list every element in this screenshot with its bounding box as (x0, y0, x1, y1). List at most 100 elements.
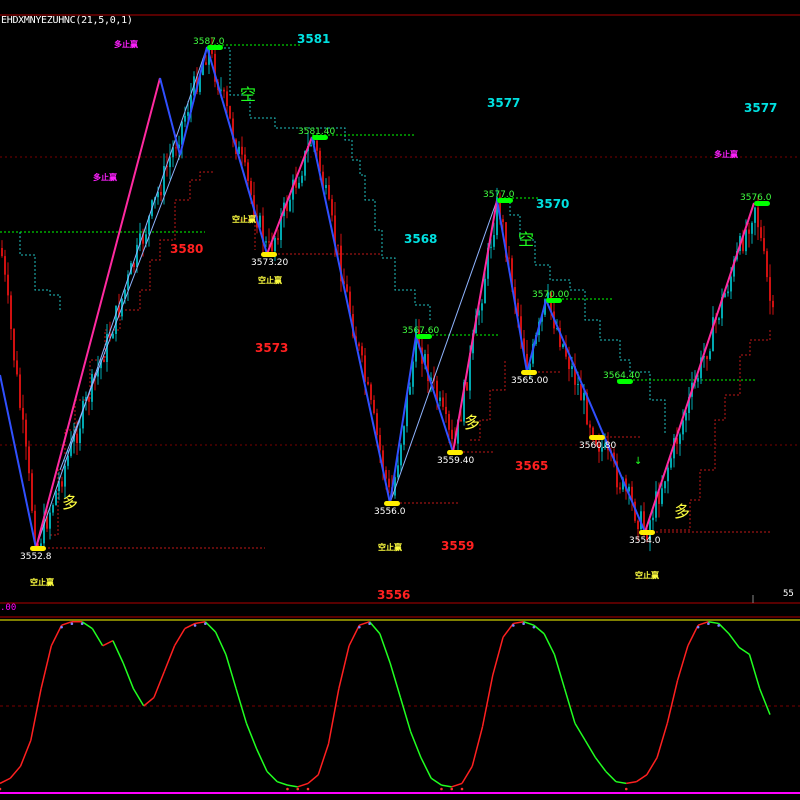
candle-body (265, 241, 267, 243)
osc-segment (81, 621, 93, 630)
candle-body (490, 246, 492, 248)
candle-body (64, 465, 66, 487)
zigzag-segment (644, 202, 755, 533)
candle-body (184, 115, 186, 122)
osc-segment (287, 784, 298, 788)
signal-annotation: 空止赢 (635, 570, 659, 580)
osc-segment (225, 654, 237, 690)
osc-segment (91, 628, 104, 647)
osc-segment (636, 774, 648, 783)
signal-annotation: 多止赢 (714, 149, 738, 159)
candle-body (619, 487, 621, 490)
candle-body (226, 91, 228, 107)
osc-segment (748, 654, 761, 690)
pivot-price-label: 3559.40 (437, 456, 474, 466)
osc-segment (533, 624, 545, 635)
candle-body (670, 458, 672, 468)
candle-body (205, 62, 207, 65)
candle-body (241, 146, 243, 155)
candle-body (301, 175, 303, 183)
level-label: 3573 (255, 341, 288, 355)
candle-body (760, 227, 762, 239)
pivot-price-label: 3581.40 (298, 127, 335, 137)
candle-body (88, 397, 90, 402)
candle-body (772, 300, 774, 308)
candle-body (403, 426, 405, 445)
candle-body (571, 366, 573, 370)
level-label: 3577 (487, 96, 520, 110)
osc-segment (173, 628, 186, 647)
zigzag-segment (61, 77, 161, 451)
candle-body (400, 444, 402, 466)
osc-segment (163, 645, 176, 672)
stop-line-red (50, 171, 215, 536)
trend-line (59, 154, 181, 471)
pivot-price-label: 3577.0 (483, 190, 515, 200)
osc-segment (502, 622, 514, 638)
candle-body (361, 346, 363, 356)
candle-body (247, 162, 249, 181)
osc-segment (30, 688, 42, 741)
candle-body (445, 406, 447, 415)
osc-segment (143, 696, 155, 707)
osc-segment (369, 621, 381, 635)
candle-body (754, 207, 756, 223)
candle-body (745, 229, 747, 252)
candle-body (310, 145, 312, 147)
candle-body (160, 191, 162, 196)
pivot-price-label: 3560.80 (579, 441, 616, 451)
candle-body (766, 251, 768, 278)
candle-body (460, 419, 462, 422)
candle-body (40, 543, 42, 547)
osc-segment (492, 637, 504, 676)
osc-segment (451, 782, 463, 788)
candle-body (466, 382, 468, 391)
level-label: 3581 (297, 32, 330, 46)
osc-segment (461, 765, 473, 784)
osc-top-dot (358, 625, 361, 629)
candle-body (409, 386, 411, 395)
candle-body (583, 392, 585, 401)
osc-segment (656, 722, 669, 758)
osc-top-dot (696, 625, 700, 629)
osc-segment (102, 639, 114, 647)
candle-body (451, 429, 453, 439)
chart-canvas: 3552.8 3587.0 3573.20 3581.40 3556.0 3567.60 3… (0, 14, 800, 794)
candle-body (49, 512, 51, 529)
candle-body (589, 424, 591, 428)
signal-annotation: 多止赢 (93, 172, 117, 182)
pivot-price-label: 3587.0 (193, 37, 225, 47)
candle-body (667, 467, 669, 482)
osc-segment (728, 633, 740, 648)
zigzag-segment (266, 136, 313, 255)
osc-segment (584, 740, 597, 758)
candle-body (637, 520, 639, 530)
osc-segment (204, 621, 217, 633)
zigzag-lines (0, 46, 755, 549)
candle-body (274, 238, 276, 252)
candle-body (652, 517, 654, 521)
osc-segment (266, 770, 278, 783)
zigzag-segment (389, 335, 417, 504)
zigzag-segment (311, 136, 391, 504)
candle-body (22, 407, 24, 420)
osc-segment (153, 671, 165, 698)
osc-top-dot (193, 624, 197, 627)
osc-segment (276, 780, 288, 786)
osc-segment (420, 757, 432, 779)
zigzag-segment (545, 299, 646, 533)
osc-segment (327, 688, 340, 744)
osc-segment (708, 620, 719, 625)
candle-body (103, 359, 105, 363)
osc-segment (553, 654, 566, 690)
signal-annotation: 多 (62, 493, 78, 512)
candle-body (568, 356, 570, 370)
signal-annotation: 空 (518, 230, 534, 249)
osc-bottom-dot (0, 787, 2, 791)
candle-body (82, 400, 84, 429)
candle-body (328, 185, 330, 200)
zigzag-segment (496, 199, 528, 373)
osc-segment (122, 662, 135, 690)
candle-body (679, 434, 681, 444)
signal-annotation: 多 (674, 502, 690, 521)
